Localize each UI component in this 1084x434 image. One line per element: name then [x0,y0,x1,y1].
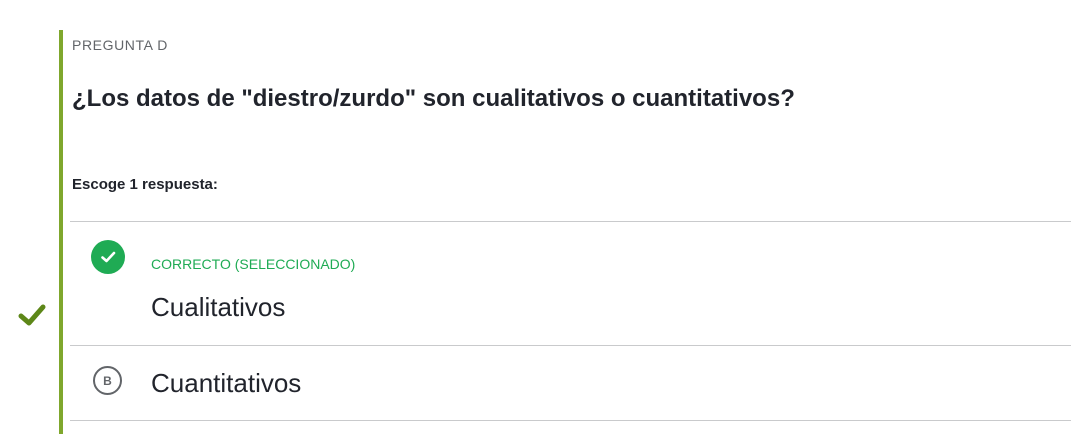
check-circle-icon [91,240,125,274]
correct-checkmark-icon [18,304,46,326]
divider [70,420,1071,421]
answer-choice-a[interactable]: CORRECTO (SELECCIONADO) Cualitativos [70,222,1071,345]
choice-letter-b: B [93,366,122,395]
answer-choice-a-text: Cualitativos [151,292,286,322]
answer-choice-b[interactable]: B Cuantitativos [70,346,1071,420]
answer-choice-b-text: Cuantitativos [151,368,302,398]
question-panel: PREGUNTA D ¿Los datos de "diestro/zurdo"… [59,30,1071,434]
answer-status: CORRECTO (SELECCIONADO) [151,256,356,272]
answer-instruction: Escoge 1 respuesta: [72,176,218,193]
question-label: PREGUNTA D [72,37,168,53]
question-text: ¿Los datos de "diestro/zurdo" son cualit… [72,85,795,112]
